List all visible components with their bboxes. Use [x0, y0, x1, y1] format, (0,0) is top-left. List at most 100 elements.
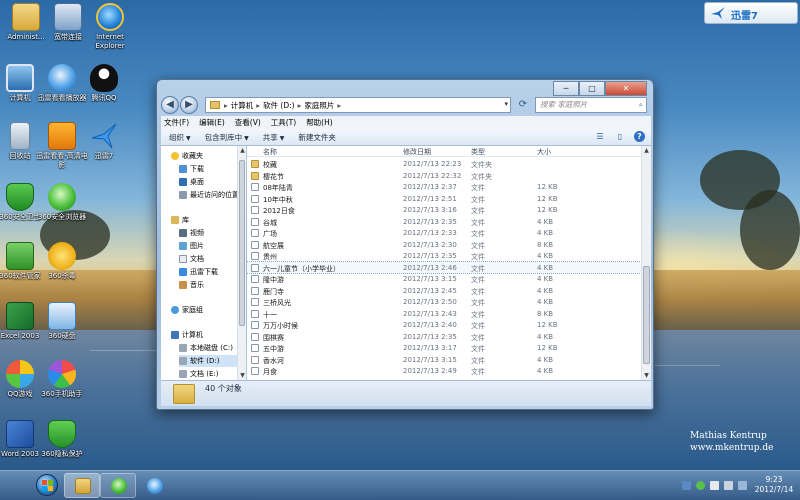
explorer-window[interactable]: ─ □ ✕ ◀ ▶ ▸ 计算机 ▸ 软件 (D:) ▸ 家庭照片 ▸ ▾ ⟳ 搜… [156, 79, 654, 410]
scrollbar-thumb[interactable] [239, 160, 245, 326]
include-in-library-button[interactable]: 包含到库中 ▼ [205, 132, 249, 143]
desktop-icon-360-privacy[interactable]: 360隐私保护 [36, 420, 88, 459]
taskbar-xunlei-button[interactable] [136, 473, 172, 498]
file-row[interactable]: 校藏 2012/7/13 22:23 文件夹 [247, 158, 641, 170]
menu-tools[interactable]: 工具(T) [271, 117, 296, 128]
nav-drive-d[interactable]: 软件 (D:) [179, 355, 245, 367]
desktop-icon-360-mobile[interactable]: 360手机助手 [36, 360, 88, 399]
menu-edit[interactable]: 编辑(E) [199, 117, 225, 128]
nav-favorites[interactable]: 收藏夹 [171, 150, 245, 162]
tray-network-icon[interactable] [682, 481, 691, 490]
share-button[interactable]: 共享 ▼ [263, 132, 285, 143]
scroll-up-icon[interactable]: ▲ [642, 146, 651, 155]
file-row[interactable]: 10年中秋 2012/7/13 2:51 文件 12 KB [247, 193, 641, 205]
breadcrumb-family-photos[interactable]: 家庭照片 [304, 100, 334, 111]
drive-icon [179, 357, 187, 365]
tray-flag-icon[interactable] [710, 481, 719, 490]
taskbar-clock[interactable]: 9:23 2012/7/14 [752, 475, 796, 495]
nav-computer[interactable]: 计算机 [171, 329, 245, 341]
desktop-icon-internet-explorer[interactable]: Internet Explorer [84, 3, 136, 51]
search-input[interactable]: 搜索 家庭照片 ⌕ [535, 97, 647, 113]
column-type[interactable]: 类型 [471, 147, 485, 157]
back-button[interactable]: ◀ [161, 96, 179, 114]
file-row[interactable]: 万万小时候 2012/7/13 2:40 文件 12 KB [247, 319, 641, 331]
file-row[interactable]: 五中游 2012/7/13 3:17 文件 12 KB [247, 342, 641, 354]
360-browser-icon [48, 183, 76, 211]
organize-button[interactable]: 组织 ▼ [169, 132, 191, 143]
maximize-button[interactable]: □ [579, 81, 605, 96]
file-row[interactable]: 鹿门寺 2012/7/13 2:45 文件 4 KB [247, 285, 641, 297]
file-size: 12 KB [537, 206, 558, 214]
file-icon [251, 344, 259, 352]
address-bar[interactable]: ▸ 计算机 ▸ 软件 (D:) ▸ 家庭照片 ▸ ▾ [205, 97, 511, 113]
watermark-name: Mathias Kentrup [690, 431, 767, 441]
desktop-icon-360-browser[interactable]: 360安全浏览器 [36, 183, 88, 222]
file-row[interactable]: 2012日食 2012/7/13 3:16 文件 12 KB [247, 204, 641, 216]
file-size: 8 KB [537, 309, 554, 318]
navigation-scrollbar[interactable]: ▲ ▼ [237, 146, 246, 380]
tray-volume-icon[interactable] [724, 481, 733, 490]
scroll-down-icon[interactable]: ▼ [238, 371, 247, 380]
breadcrumb-computer[interactable]: 计算机 [231, 100, 254, 111]
minimize-button[interactable]: ─ [553, 81, 579, 96]
preview-pane-icon[interactable]: ▯ [614, 131, 626, 143]
nav-documents[interactable]: 文档 [179, 253, 245, 265]
nav-pictures[interactable]: 图片 [179, 240, 245, 252]
nav-xunlei-downloads[interactable]: 迅雷下载 [179, 266, 245, 278]
nav-drive-e[interactable]: 文档 (E:) [179, 368, 245, 380]
scroll-down-icon[interactable]: ▼ [642, 371, 651, 380]
file-row[interactable]: 六一儿童节（小学毕业） 2012/7/13 2:46 文件 4 KB [247, 260, 641, 274]
nav-downloads[interactable]: 下载 [179, 163, 245, 175]
nav-drive-c[interactable]: 本地磁盘 (C:) [179, 342, 245, 354]
menu-help[interactable]: 帮助(H) [306, 117, 333, 128]
view-options-icon[interactable]: ☰ [594, 131, 606, 143]
file-size: 12 KB [537, 321, 558, 329]
file-row[interactable]: 樱花节 2012/7/13 22:32 文件夹 [247, 170, 641, 182]
file-list-scrollbar[interactable]: ▲ ▼ [641, 146, 651, 380]
column-size[interactable]: 大小 [537, 147, 551, 157]
file-date: 2012/7/13 2:35 [403, 252, 457, 260]
file-row[interactable]: 广场 2012/7/13 2:33 文件 4 KB [247, 227, 641, 239]
close-button[interactable]: ✕ [605, 81, 647, 96]
taskbar-explorer-button[interactable] [64, 473, 100, 498]
desktop-icon-360-antivirus[interactable]: 360杀毒 [36, 242, 88, 281]
forward-button[interactable]: ▶ [180, 96, 198, 114]
taskbar-360-browser-button[interactable] [100, 473, 136, 498]
file-row[interactable]: 月食 2012/7/13 2:49 文件 4 KB [247, 365, 641, 377]
column-date[interactable]: 修改日期 [403, 147, 431, 157]
menu-file[interactable]: 文件(F) [164, 117, 189, 128]
breadcrumb-separator: ▸ [337, 100, 342, 110]
file-row[interactable]: 航空展 2012/7/13 2:30 文件 8 KB [247, 239, 641, 251]
desktop-icon-qq[interactable]: 腾讯QQ [78, 64, 130, 103]
new-folder-button[interactable]: 新建文件夹 [298, 132, 336, 143]
file-row[interactable]: 谷城 2012/7/13 2:35 文件 4 KB [247, 216, 641, 228]
nav-videos[interactable]: 视频 [179, 227, 245, 239]
start-button[interactable] [36, 474, 58, 496]
file-row[interactable]: 三桥风光 2012/7/13 2:50 文件 4 KB [247, 296, 641, 308]
file-row[interactable]: 十一 2012/7/13 2:43 文件 8 KB [247, 308, 641, 320]
xunlei-float-widget[interactable]: 迅雷7 [704, 2, 798, 24]
file-row[interactable]: 08年陆青 2012/7/13 2:37 文件 12 KB [247, 181, 641, 193]
nav-homegroup[interactable]: 家庭组 [171, 304, 245, 316]
desktop-icon-360-disk[interactable]: 360硬盘 [36, 302, 88, 341]
nav-libraries[interactable]: 库 [171, 214, 245, 226]
file-row[interactable]: 围棋赛 2012/7/13 2:35 文件 4 KB [247, 331, 641, 343]
desktop-icon-xunlei7[interactable]: 迅雷7 [78, 122, 130, 161]
file-date: 2012/7/13 2:33 [403, 229, 457, 237]
nav-desktop[interactable]: 桌面 [179, 176, 245, 188]
menu-view[interactable]: 查看(V) [235, 117, 261, 128]
breadcrumb-software-drive[interactable]: 软件 (D:) [263, 100, 295, 111]
file-row[interactable]: 香水河 2012/7/13 3:15 文件 4 KB [247, 354, 641, 366]
scroll-up-icon[interactable]: ▲ [238, 146, 247, 155]
nav-music[interactable]: 音乐 [179, 279, 245, 291]
help-icon[interactable]: ? [634, 131, 645, 142]
scrollbar-thumb[interactable] [643, 266, 650, 364]
refresh-button[interactable]: ⟳ [515, 97, 531, 113]
file-row[interactable]: 隆中游 2012/7/13 3:15 文件 4 KB [247, 273, 641, 285]
chevron-down-icon[interactable]: ▾ [504, 100, 508, 108]
tray-360-icon[interactable] [696, 481, 705, 490]
file-row[interactable]: 贵州 2012/7/13 2:35 文件 4 KB [247, 250, 641, 262]
nav-recent-places[interactable]: 最近访问的位置 [179, 189, 245, 201]
column-name[interactable]: 名称 [263, 147, 277, 157]
tray-ime-icon[interactable] [738, 481, 747, 490]
